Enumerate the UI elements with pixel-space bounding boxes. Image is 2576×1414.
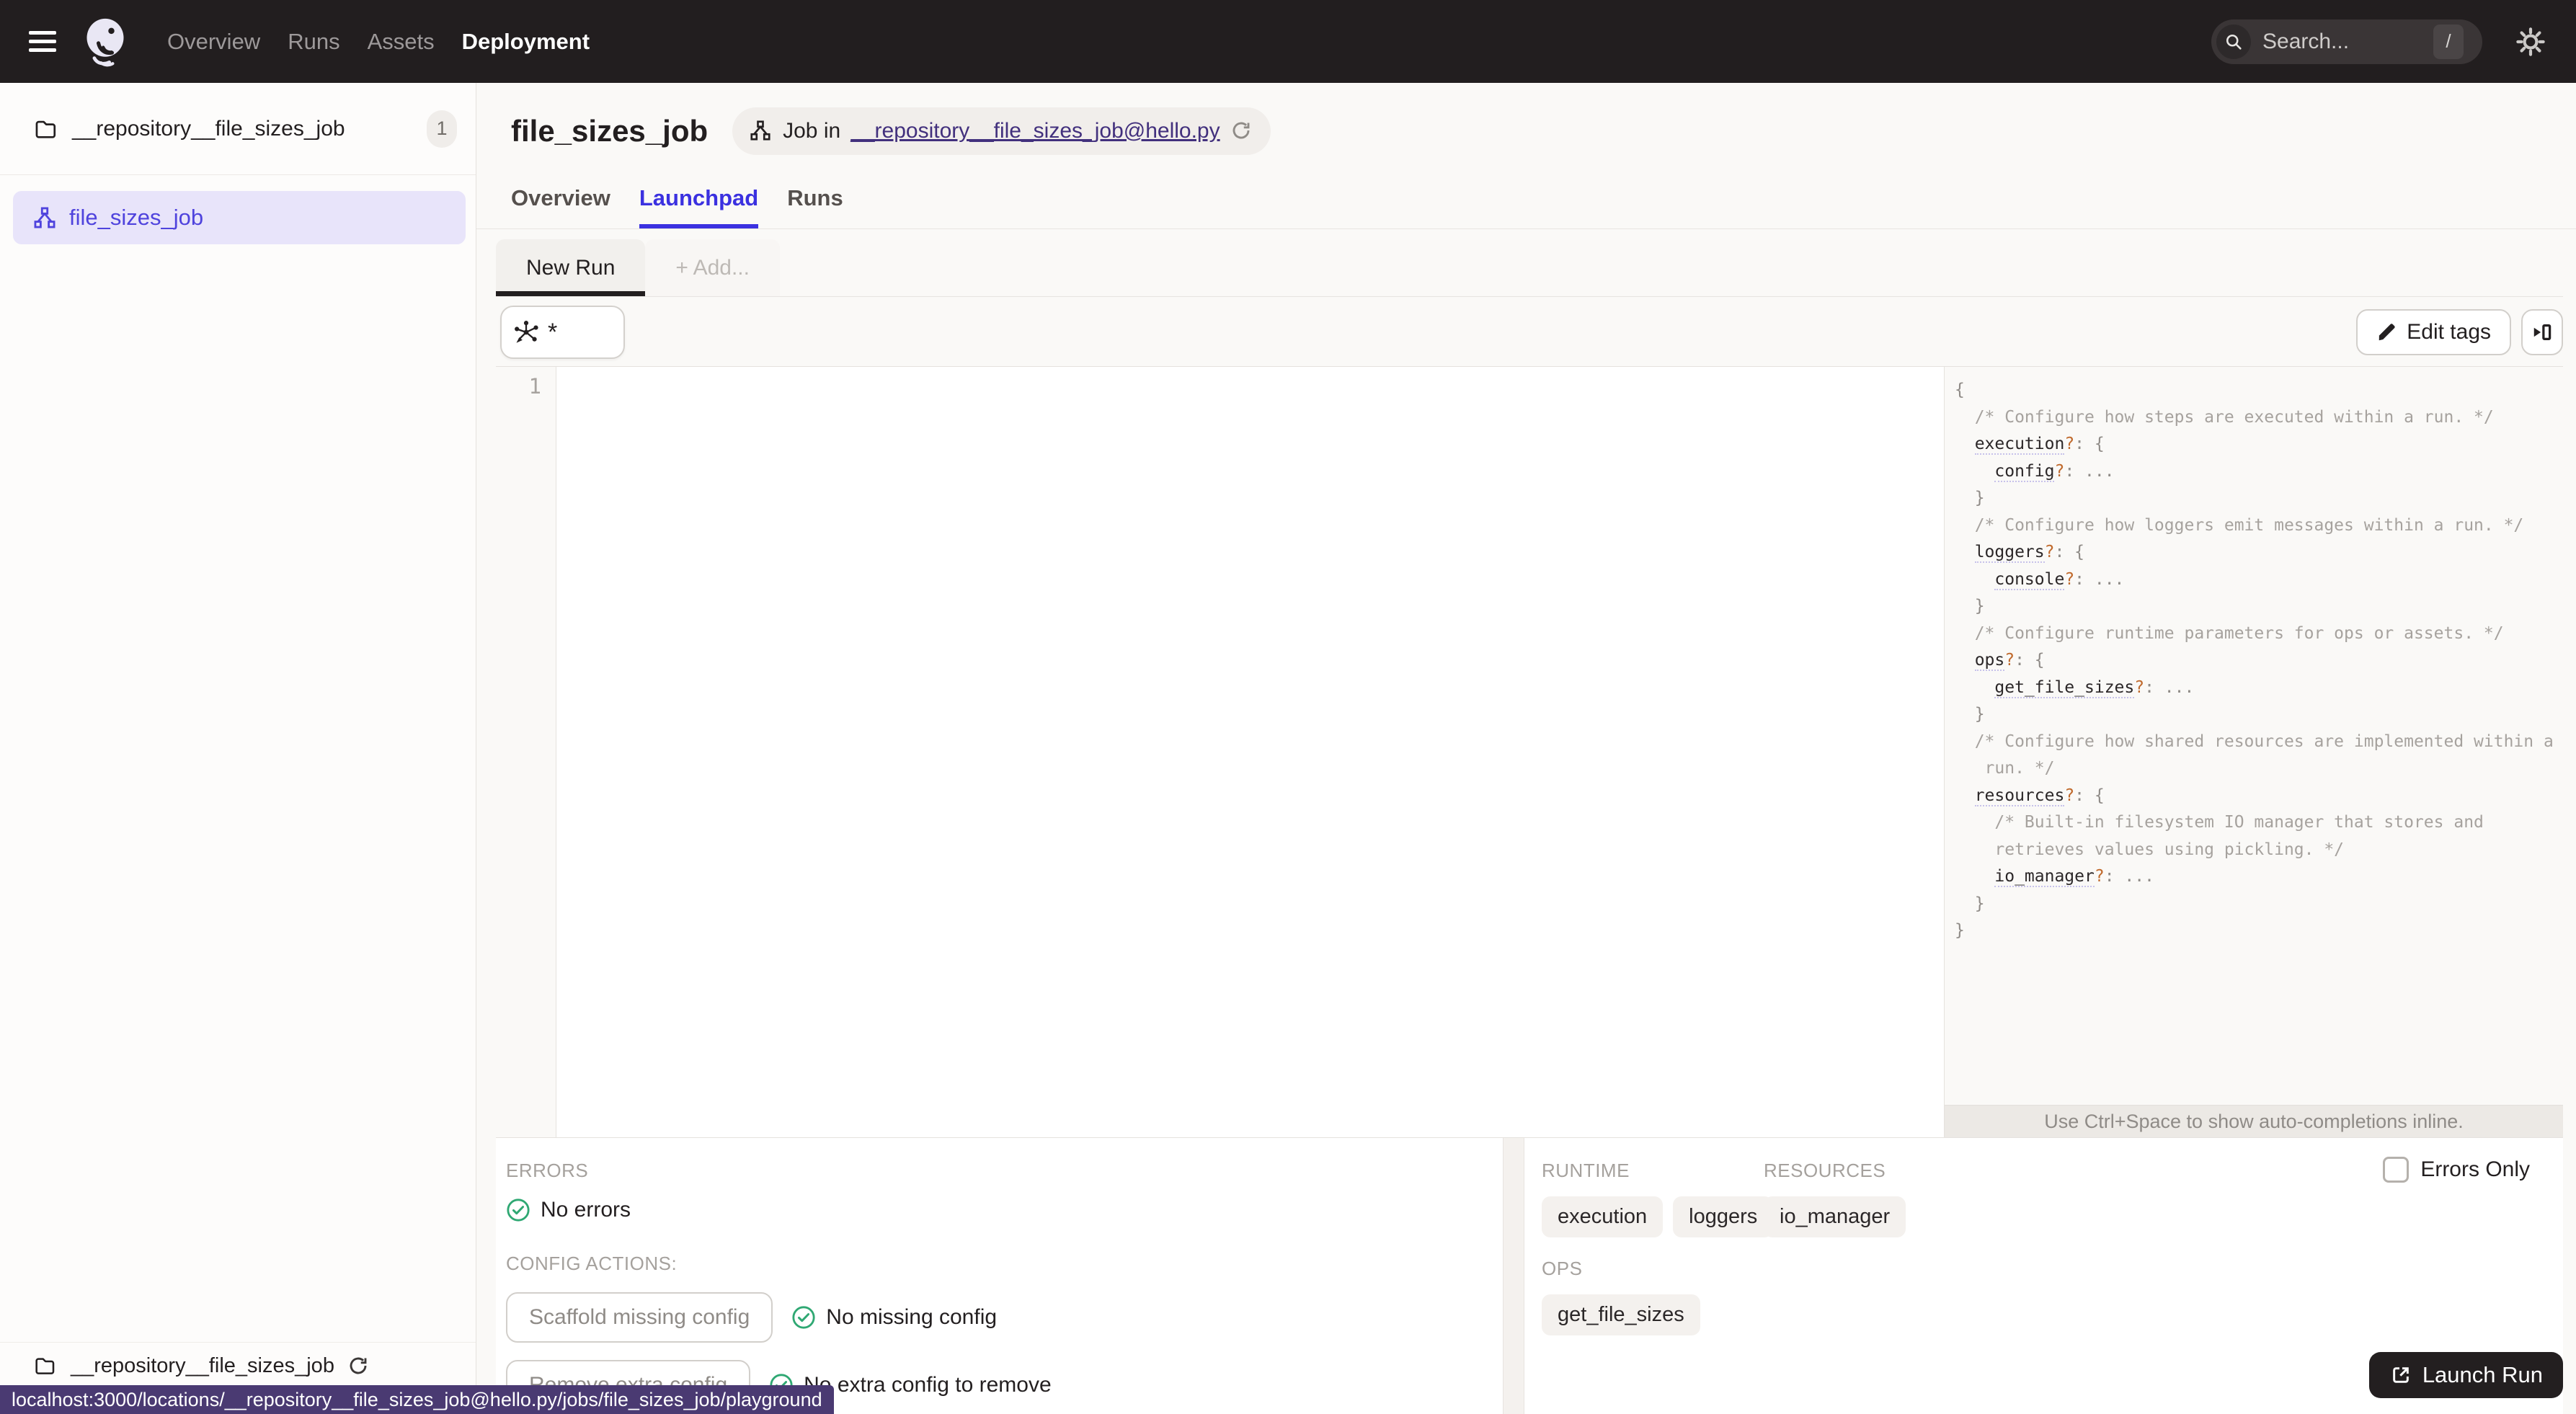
errors-only-checkbox[interactable] bbox=[2383, 1157, 2410, 1183]
dagster-app: Overview Runs Assets Deployment Search..… bbox=[0, 0, 2576, 1414]
top-nav: Overview Runs Assets Deployment Search..… bbox=[0, 0, 2576, 83]
nav-deployment[interactable]: Deployment bbox=[462, 29, 590, 55]
errors-only-control: Errors Only bbox=[2383, 1157, 2530, 1183]
reload-repository-icon[interactable] bbox=[347, 1355, 370, 1378]
launchpad-config-tabs: New Run + Add... bbox=[496, 239, 2563, 297]
launch-run-button[interactable]: Launch Run bbox=[2368, 1352, 2563, 1398]
ops-label: OPS bbox=[1542, 1258, 1583, 1279]
no-missing-config-text: No missing config bbox=[826, 1305, 998, 1329]
run-preview-panel: RUNTIME execution loggers RESOURCES io_m… bbox=[1524, 1138, 2563, 1414]
config-schema-panel: {/* Configure how steps are executed wit… bbox=[1945, 367, 2563, 1137]
nav-runs[interactable]: Runs bbox=[288, 29, 339, 55]
op-selector-value: * bbox=[548, 318, 558, 346]
status-bar-url: localhost:3000/locations/__repository__f… bbox=[0, 1385, 834, 1414]
sidebar-item-file-sizes-job[interactable]: file_sizes_job bbox=[13, 191, 466, 244]
nav-overview[interactable]: Overview bbox=[167, 29, 260, 55]
nav-assets[interactable]: Assets bbox=[368, 29, 435, 55]
content: __repository__file_sizes_job 1 file_size… bbox=[0, 83, 2576, 1414]
sidebar-item-label: file_sizes_job bbox=[69, 205, 204, 230]
search-input[interactable]: Search... / bbox=[2211, 19, 2482, 64]
edit-tags-button[interactable]: Edit tags bbox=[2356, 309, 2511, 355]
runtime-tag-execution[interactable]: execution bbox=[1542, 1196, 1664, 1237]
scaffold-missing-config-button[interactable]: Scaffold missing config bbox=[506, 1292, 773, 1343]
op-selector-input[interactable]: * bbox=[500, 306, 625, 359]
editor-gutter: 1 bbox=[496, 367, 556, 1137]
config-tab-new-run[interactable]: New Run bbox=[496, 239, 646, 296]
folder-icon bbox=[33, 1354, 58, 1379]
no-errors-text: No errors bbox=[541, 1198, 631, 1222]
job-pill-prefix: Job in bbox=[783, 119, 841, 143]
launchpad-toolbar: * Edit tags bbox=[496, 297, 2563, 366]
search-shortcut-badge: / bbox=[2433, 24, 2464, 59]
run-preview-groups: RUNTIME execution loggers RESOURCES io_m… bbox=[1542, 1160, 2563, 1335]
ops-group: OPS get_file_sizes bbox=[1542, 1258, 1764, 1335]
sidebar: __repository__file_sizes_job 1 file_size… bbox=[0, 83, 476, 1414]
no-errors-status: No errors bbox=[506, 1198, 1503, 1222]
tab-launchpad[interactable]: Launchpad bbox=[639, 185, 758, 228]
launch-run-label: Launch Run bbox=[2422, 1362, 2543, 1387]
search-placeholder: Search... bbox=[2262, 29, 2350, 53]
job-location-pill: Job in __repository__file_sizes_job@hell… bbox=[732, 107, 1271, 155]
sidebar-repository-row[interactable]: __repository__file_sizes_job 1 bbox=[0, 83, 476, 175]
repository-count-badge: 1 bbox=[427, 110, 457, 148]
config-tab-add[interactable]: + Add... bbox=[645, 239, 780, 296]
config-editor-area: 1 {/* Configure how steps are executed w… bbox=[496, 366, 2563, 1137]
panel-resize-handle[interactable] bbox=[1503, 1138, 1524, 1414]
resources-tag-io-manager[interactable]: io_manager bbox=[1764, 1196, 1906, 1237]
no-missing-config-status: No missing config bbox=[791, 1305, 997, 1330]
repository-name: __repository__file_sizes_job bbox=[72, 116, 345, 141]
dagster-logo-icon[interactable] bbox=[81, 16, 130, 68]
job-graph-icon bbox=[750, 120, 773, 143]
runtime-tag-loggers[interactable]: loggers bbox=[1673, 1196, 1774, 1237]
op-graph-icon bbox=[513, 319, 539, 345]
tab-overview[interactable]: Overview bbox=[511, 185, 610, 228]
runtime-group: RUNTIME execution loggers bbox=[1542, 1160, 1774, 1237]
main-panel: file_sizes_job Job in __repository__file… bbox=[476, 83, 2576, 1414]
config-editor[interactable] bbox=[556, 367, 1945, 1137]
job-graph-icon bbox=[33, 206, 56, 229]
errors-label: ERRORS bbox=[506, 1160, 589, 1181]
reload-location-icon[interactable] bbox=[1230, 120, 1253, 143]
repository-location-link[interactable]: __repository__file_sizes_job@hello.py bbox=[850, 119, 1220, 143]
tab-runs[interactable]: Runs bbox=[787, 185, 843, 228]
page-title: file_sizes_job bbox=[511, 114, 709, 148]
launch-icon bbox=[2389, 1364, 2412, 1387]
job-tabs: Overview Launchpad Runs bbox=[476, 185, 2576, 229]
folder-icon bbox=[33, 117, 58, 141]
page-header: file_sizes_job Job in __repository__file… bbox=[476, 83, 2576, 155]
launchpad: New Run + Add... * Edit tags 1 {/* Conf… bbox=[496, 229, 2563, 1414]
autocomplete-hint: Use Ctrl+Space to show auto-completions … bbox=[1945, 1105, 2563, 1137]
no-extra-config-text: No extra config to remove bbox=[804, 1373, 1052, 1397]
menu-icon[interactable] bbox=[29, 31, 56, 52]
ops-tag-get-file-sizes[interactable]: get_file_sizes bbox=[1542, 1294, 1700, 1335]
check-circle-icon bbox=[791, 1305, 816, 1330]
errors-panel: ERRORS No errors CONFIG ACTIONS: Scaffol… bbox=[496, 1138, 1503, 1414]
toolbar-right: Edit tags bbox=[2356, 309, 2563, 355]
expand-panel-button[interactable] bbox=[2521, 309, 2563, 355]
launchpad-bottom-panel: ERRORS No errors CONFIG ACTIONS: Scaffol… bbox=[496, 1137, 2563, 1414]
scaffold-row: Scaffold missing config No missing confi… bbox=[506, 1292, 1503, 1343]
edit-tags-label: Edit tags bbox=[2407, 320, 2491, 344]
config-actions-label: CONFIG ACTIONS: bbox=[506, 1253, 678, 1274]
primary-nav: Overview Runs Assets Deployment bbox=[167, 29, 590, 55]
config-schema-code: {/* Configure how steps are executed wit… bbox=[1955, 381, 2554, 940]
pencil-icon bbox=[2376, 321, 2398, 343]
open-right-panel-icon bbox=[2531, 321, 2553, 343]
check-circle-icon bbox=[506, 1198, 530, 1222]
line-number: 1 bbox=[528, 374, 541, 399]
gear-icon[interactable] bbox=[2514, 25, 2547, 58]
search-icon bbox=[2216, 24, 2251, 59]
runtime-label: RUNTIME bbox=[1542, 1160, 1630, 1181]
footer-repository-name: __repository__file_sizes_job bbox=[71, 1354, 334, 1377]
errors-only-label: Errors Only bbox=[2420, 1157, 2530, 1181]
